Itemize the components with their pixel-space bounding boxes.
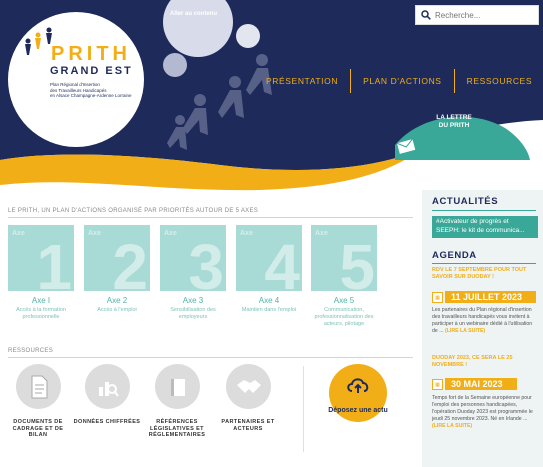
- axe-desc-4: Maintien dans l'emploi: [241, 307, 297, 313]
- axe-tile-number: 4: [264, 231, 300, 291]
- resource-label-documents[interactable]: DOCUMENTS DE CADRAGE ET DE BILAN: [3, 419, 73, 439]
- sidebar-divider: [432, 263, 536, 264]
- axe-name-1[interactable]: Axe I: [6, 296, 76, 305]
- axe-tile-2[interactable]: Axe 2: [84, 225, 150, 291]
- nav-ressources[interactable]: RESSOURCES: [455, 76, 543, 86]
- actualites-title: ACTUALITÉS: [432, 196, 499, 207]
- axe-tile-number: 2: [112, 231, 148, 291]
- section-divider: [8, 217, 413, 218]
- axe-tile-4[interactable]: Axe 4: [236, 225, 302, 291]
- agenda-desc-text: Temps fort de la Semaine européenne pour…: [432, 395, 533, 422]
- cloud-upload-icon: [347, 378, 369, 393]
- agenda-event-date-1: ▦ 11 JUILLET 2023: [432, 291, 537, 303]
- logo-title: PRITH: [51, 43, 131, 65]
- agenda-event-desc-2: Temps fort de la Semaine européenne pour…: [432, 395, 538, 430]
- logo-tagline: Plan Régional d'Insertion des Travailleu…: [50, 82, 132, 99]
- prith-logo[interactable]: PRITH GRAND EST Plan Régional d'Insertio…: [8, 12, 144, 147]
- axe-tile-label: Axe: [164, 230, 177, 237]
- logo-tagline-3: en Alsace Champagne-Ardenne Lorraine: [50, 93, 132, 98]
- resource-references[interactable]: [155, 364, 200, 409]
- deposez-actu-label[interactable]: Déposez une actu: [324, 407, 392, 415]
- skip-to-content-link[interactable]: Aller au contenu: [170, 11, 217, 17]
- search-box[interactable]: [415, 5, 539, 25]
- axe-tile-1[interactable]: Axe 1: [8, 225, 74, 291]
- nav-presentation[interactable]: PRÉSENTATION: [254, 76, 350, 86]
- axe-name-3[interactable]: Axe 3: [158, 296, 228, 305]
- document-icon: [31, 375, 47, 398]
- agenda-event-desc-1: Les partenaires du Plan régional d'inser…: [432, 307, 538, 335]
- axe-tile-label: Axe: [88, 230, 101, 237]
- book-icon: [170, 378, 185, 396]
- read-more-link[interactable]: (LIRE LA SUITE): [445, 328, 485, 334]
- actualites-item[interactable]: #Activateur de progrès et SEEPH: le kit …: [432, 216, 538, 238]
- axe-tile-5[interactable]: Axe 5: [311, 225, 377, 291]
- resource-label-references[interactable]: RÉFÉRENCES LÉGISLATIVES ET RÉGLEMENTAIRE…: [142, 419, 212, 439]
- agenda-event-title-1[interactable]: RDV LE 7 SEPTEMBRE POUR TOUT SAVOIR SUR …: [432, 267, 538, 281]
- axe-tile-number: 3: [188, 231, 224, 291]
- axe-tile-label: Axe: [240, 230, 253, 237]
- axe-name-5[interactable]: Axe 5: [309, 296, 379, 305]
- resource-documents[interactable]: [16, 364, 61, 409]
- axe-tile-3[interactable]: Axe 3: [160, 225, 226, 291]
- nav-plan-actions[interactable]: PLAN D'ACTIONS: [351, 76, 454, 86]
- axe-tile-number: 1: [36, 231, 72, 291]
- main-nav: PRÉSENTATION PLAN D'ACTIONS RESSOURCES: [254, 69, 543, 93]
- lettre-line-1: LA LETTRE: [436, 114, 472, 121]
- plan-section-title: LE PRITH, UN PLAN D'ACTIONS ORGANISÉ PAR…: [8, 208, 259, 214]
- axe-desc-3: Sensibilisation des employeurs: [170, 307, 216, 320]
- lettre-du-prith-link[interactable]: LA LETTRE DU PRITH: [424, 114, 484, 130]
- agenda-event-date-2: ▦ 30 MAI 2023: [432, 378, 517, 390]
- section-divider: [8, 357, 413, 358]
- agenda-event-title-2[interactable]: DUODAY 2023, CE SERA LE 25 NOVEMBRE !: [432, 355, 538, 369]
- axe-desc-2: Accès à l'emploi: [97, 307, 137, 313]
- resources-section-title: RESSOURCES: [8, 348, 54, 354]
- axe-tile-label: Axe: [315, 230, 328, 237]
- axe-name-2[interactable]: Axe 2: [82, 296, 152, 305]
- axe-tile-label: Axe: [12, 230, 25, 237]
- resource-label-partenaires[interactable]: PARTENAIRES ET ACTEURS: [213, 419, 283, 432]
- resource-partenaires[interactable]: [226, 364, 271, 409]
- search-icon: [421, 10, 431, 20]
- calendar-icon: ▦: [432, 291, 443, 303]
- handshake-icon: [236, 379, 261, 393]
- logo-subtitle: GRAND EST: [50, 65, 133, 77]
- axe-tile-number: 5: [339, 231, 375, 291]
- axe-name-4[interactable]: Axe 4: [234, 296, 304, 305]
- lettre-line-2: DU PRITH: [438, 122, 470, 129]
- agenda-title: AGENDA: [432, 250, 477, 261]
- search-input[interactable]: [435, 10, 535, 20]
- resource-label-donnees[interactable]: DONNÉES CHIFFRÉES: [72, 419, 142, 426]
- read-more-link[interactable]: (LIRE LA SUITE): [432, 423, 472, 429]
- axe-desc-5: Communication, professionnalisation des …: [314, 307, 374, 327]
- chart-search-icon: [98, 381, 119, 397]
- resources-divider: [303, 366, 304, 452]
- calendar-icon: ▦: [432, 378, 443, 390]
- page: PRITH GRAND EST Plan Régional d'Insertio…: [0, 0, 543, 467]
- axe-desc-1: Accès à la formation professionnelle: [16, 307, 66, 320]
- sidebar-divider: [432, 210, 536, 211]
- agenda-date-text: 30 MAI 2023: [445, 378, 517, 390]
- resource-donnees[interactable]: [85, 364, 130, 409]
- agenda-date-text: 11 JUILLET 2023: [445, 291, 537, 303]
